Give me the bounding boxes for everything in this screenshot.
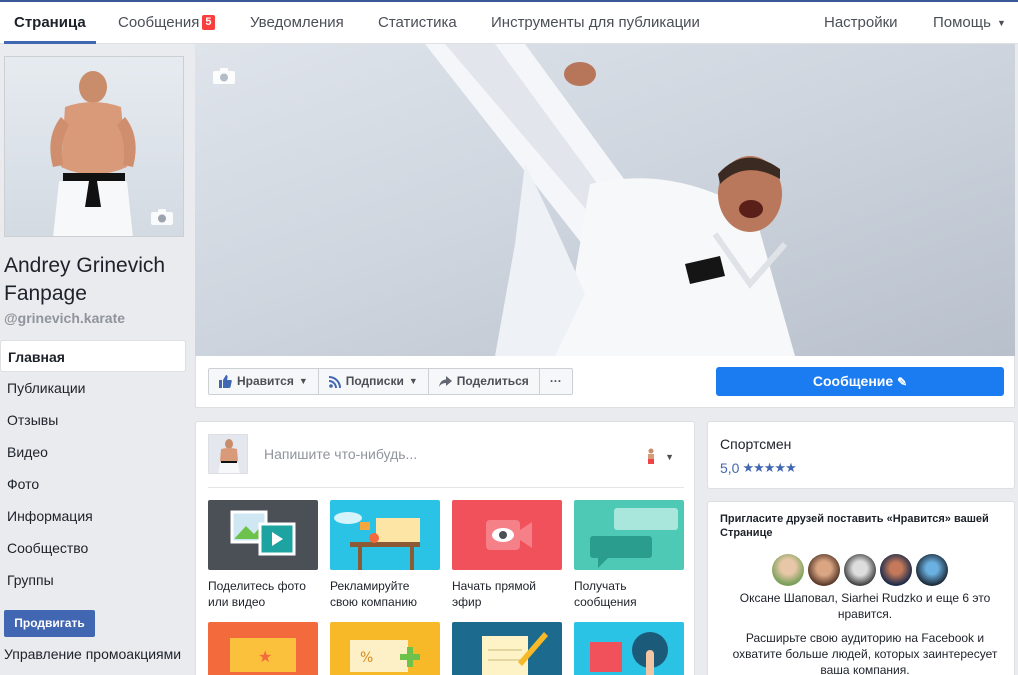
settings-link[interactable]: Настройки <box>824 2 898 44</box>
tile-offer[interactable]: % <box>330 622 440 675</box>
more-dots-icon: ··· <box>549 374 562 388</box>
tile-caption: Рекламируйте свою компанию <box>330 579 418 609</box>
tab-messages-label: Сообщения <box>118 14 200 31</box>
nav-item-home[interactable]: Главная <box>0 340 186 372</box>
chevron-down-icon: ▼ <box>665 452 674 462</box>
tile-go-live[interactable]: Начать прямой эфир <box>452 500 562 610</box>
avatar[interactable] <box>772 554 804 586</box>
promote-button[interactable]: Продвигать <box>4 610 95 637</box>
share-button[interactable]: Поделиться <box>429 369 540 394</box>
share-label: Поделиться <box>456 374 529 388</box>
camera-icon[interactable] <box>151 209 173 225</box>
tab-notifications[interactable]: Уведомления <box>250 2 344 44</box>
rating-value: 5,0 <box>720 460 740 476</box>
page-username[interactable]: @grinevich.karate <box>4 310 125 326</box>
rss-icon <box>328 375 341 388</box>
avatar[interactable] <box>808 554 840 586</box>
share-arrow-icon <box>438 376 452 387</box>
like-button[interactable]: Нравится ▼ <box>209 369 319 394</box>
profile-picture[interactable] <box>4 56 184 237</box>
page-action-bar: Нравится ▼ Подписки ▼ Поделиться ··· Соо… <box>195 356 1015 408</box>
page-rating[interactable]: 5,0 ★★★★★ <box>720 460 797 476</box>
subscriptions-label: Подписки <box>345 374 404 388</box>
invite-title: Пригласите друзей поставить «Нравится» в… <box>720 513 989 539</box>
composer-input[interactable]: Напишите что-нибудь... <box>264 446 417 462</box>
pencil-icon: ✎ <box>897 375 908 389</box>
camera-icon[interactable] <box>213 68 235 84</box>
live-video-illustration <box>452 500 562 570</box>
nav-item-videos[interactable]: Видео <box>0 436 186 468</box>
action-button-group: Нравится ▼ Подписки ▼ Поделиться ··· <box>208 368 573 395</box>
page-avatar <box>208 434 248 474</box>
avatar[interactable] <box>844 554 876 586</box>
friends-liked-text: Оксане Шаповал, Siarhei Rudzko и еще 6 э… <box>739 591 991 621</box>
svg-text:★: ★ <box>258 647 272 666</box>
cover-photo[interactable] <box>195 44 1015 356</box>
tab-insights[interactable]: Статистика <box>378 2 457 44</box>
tile-shop[interactable] <box>574 622 684 675</box>
messages-count-badge: 5 <box>202 15 215 30</box>
athlete-mini-icon <box>648 448 655 464</box>
tile-caption: Поделитесь фото или видео <box>208 579 306 609</box>
nav-item-groups[interactable]: Группы <box>0 564 186 596</box>
chevron-down-icon: ▼ <box>298 376 308 386</box>
post-as-selector[interactable]: ▼ <box>645 448 674 467</box>
notepad-illustration <box>452 622 562 675</box>
expand-audience-text: Расширьте свою аудиторию на Facebook и о… <box>732 631 998 675</box>
messages-illustration <box>574 500 684 570</box>
page-category[interactable]: Спортсмен <box>720 436 791 452</box>
subscriptions-button[interactable]: Подписки ▼ <box>319 369 429 394</box>
tab-publishing-tools[interactable]: Инструменты для публикации <box>491 2 700 44</box>
tile-caption: Получать сообщения <box>574 579 637 609</box>
help-label: Помощь <box>933 14 991 31</box>
post-composer: Напишите что-нибудь... ▼ Поделитесь фото… <box>195 421 695 675</box>
rating-stars-icon: ★★★★★ <box>742 460 796 475</box>
tab-page[interactable]: Страница <box>4 2 96 44</box>
tab-messages[interactable]: Сообщения 5 <box>118 2 215 44</box>
nav-item-about[interactable]: Информация <box>0 500 186 532</box>
tile-advertise-business[interactable]: Рекламируйте свою компанию <box>330 500 440 610</box>
advertise-illustration <box>330 500 440 570</box>
tile-get-messages[interactable]: Получать сообщения <box>574 500 684 610</box>
about-card: Спортсмен 5,0 ★★★★★ <box>707 421 1015 489</box>
karate-kick-photo <box>425 44 795 356</box>
like-label: Нравится <box>237 374 294 388</box>
send-message-button[interactable]: Сообщение ✎ <box>716 367 1004 396</box>
friend-avatars <box>772 554 948 586</box>
message-button-label: Сообщение <box>812 373 894 389</box>
page-left-nav: Главная Публикации Отзывы Видео Фото Инф… <box>0 340 186 596</box>
offer-illustration: % <box>330 622 440 675</box>
photo-video-illustration <box>208 500 318 570</box>
avatar[interactable] <box>880 554 912 586</box>
manage-promotions-link[interactable]: Управление промоакциями <box>4 646 181 662</box>
tile-share-photo-video[interactable]: Поделитесь фото или видео <box>208 500 318 610</box>
help-menu[interactable]: Помощь ▼ <box>933 2 1006 44</box>
avatar-image <box>218 439 240 473</box>
thumbs-up-icon <box>219 375 232 388</box>
invite-friends-card: Пригласите друзей поставить «Нравится» в… <box>707 501 1015 675</box>
shop-illustration <box>574 622 684 675</box>
nav-item-reviews[interactable]: Отзывы <box>0 404 186 436</box>
chevron-down-icon: ▼ <box>996 18 1006 28</box>
nav-item-photos[interactable]: Фото <box>0 468 186 500</box>
tile-note[interactable] <box>452 622 562 675</box>
page-top-nav: Страница Сообщения 5 Уведомления Статисти… <box>0 0 1018 44</box>
svg-text:%: % <box>360 650 373 666</box>
composer-divider <box>208 487 684 488</box>
chevron-down-icon: ▼ <box>408 376 418 386</box>
ticket-illustration: ★ <box>208 622 318 675</box>
nav-item-community[interactable]: Сообщество <box>0 532 186 564</box>
tile-event[interactable]: ★ <box>208 622 318 675</box>
nav-item-posts[interactable]: Публикации <box>0 372 186 404</box>
more-options-button[interactable]: ··· <box>540 369 572 394</box>
avatar[interactable] <box>916 554 948 586</box>
page-title: Andrey Grinevich Fanpage <box>4 254 166 305</box>
tile-caption: Начать прямой эфир <box>452 579 536 609</box>
